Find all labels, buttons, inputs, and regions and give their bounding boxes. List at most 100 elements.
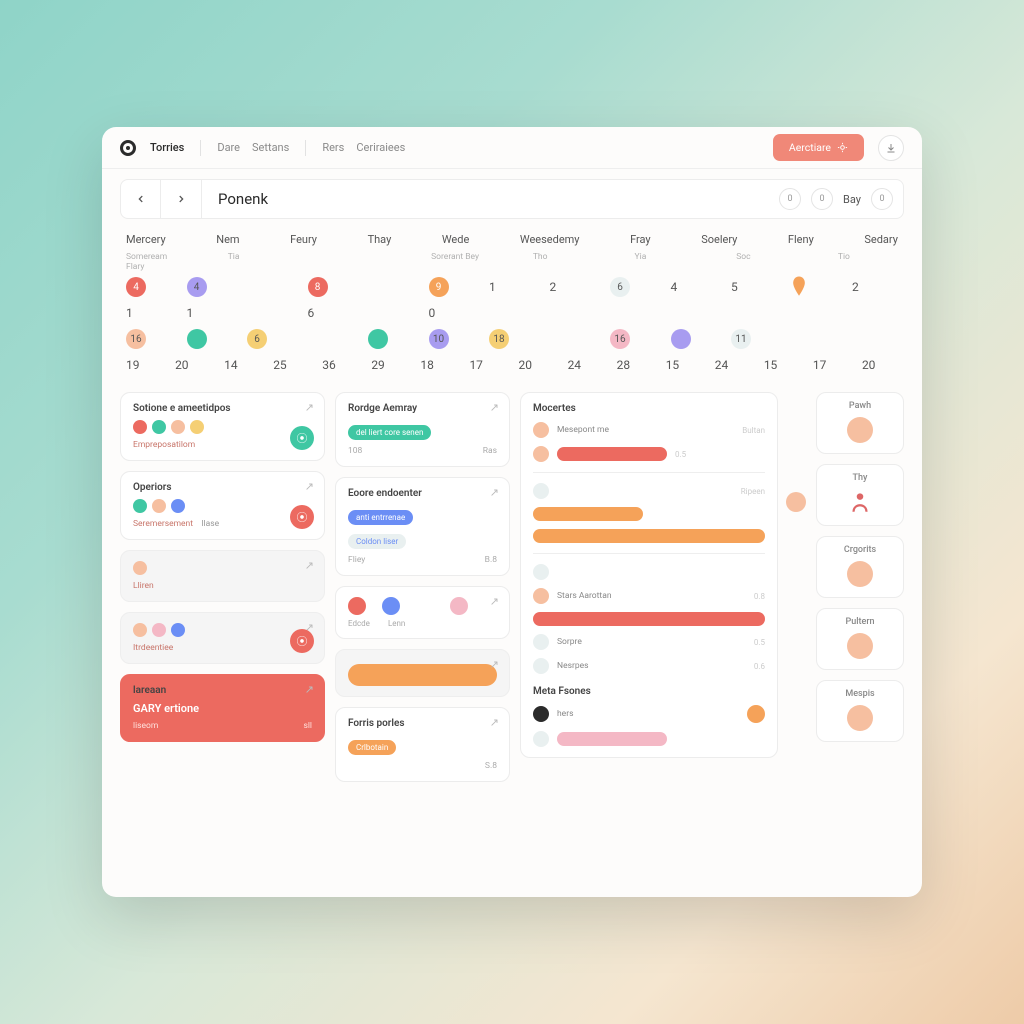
calendar-cell[interactable]: 9: [429, 276, 475, 298]
calendar-cell[interactable]: 10: [429, 328, 475, 350]
people-tile[interactable]: Pawh: [816, 392, 904, 454]
next-button[interactable]: [161, 180, 201, 218]
calendar-dot[interactable]: 4: [126, 277, 146, 297]
calendar-cell[interactable]: 15: [764, 354, 800, 376]
card-link-icon[interactable]: ↗: [490, 716, 499, 729]
download-button[interactable]: [878, 135, 904, 161]
calendar-cell[interactable]: 5: [731, 276, 777, 298]
calendar-dot[interactable]: [187, 329, 207, 349]
primary-action-button[interactable]: Aerctiare: [773, 134, 864, 161]
card-link-icon[interactable]: ↗: [305, 480, 314, 493]
calendar-cell[interactable]: 17: [469, 354, 505, 376]
calendar-cell[interactable]: 15: [666, 354, 702, 376]
calendar-cell[interactable]: 2: [550, 276, 596, 298]
calendar-dot[interactable]: 6: [610, 277, 630, 297]
avatar[interactable]: [786, 492, 806, 512]
card-tag[interactable]: Coldon liser: [348, 534, 406, 549]
calendar-dot[interactable]: 9: [429, 277, 449, 297]
filter-bubble-c[interactable]: 0: [871, 188, 893, 210]
calendar-dot[interactable]: 11: [731, 329, 751, 349]
calendar-cell[interactable]: 6: [610, 276, 656, 298]
calendar-cell[interactable]: [792, 328, 838, 350]
calendar-cell[interactable]: 2: [852, 276, 898, 298]
calendar-cell[interactable]: 14: [224, 354, 260, 376]
calendar-cell[interactable]: [247, 276, 293, 298]
calendar-cell[interactable]: 6: [247, 328, 293, 350]
feed-row[interactable]: Nesrpes0.6: [533, 658, 765, 674]
feed-row[interactable]: [533, 612, 765, 626]
feed-row[interactable]: hers: [533, 705, 765, 723]
tab-torries[interactable]: Torries: [150, 141, 184, 154]
calendar-cell[interactable]: 18: [420, 354, 456, 376]
people-tile[interactable]: Pultern: [816, 608, 904, 670]
card-tag[interactable]: del liert core senen: [348, 425, 431, 440]
calendar-cell[interactable]: [308, 328, 354, 350]
calendar-cell[interactable]: 29: [371, 354, 407, 376]
card-link-icon[interactable]: ↗: [490, 658, 499, 671]
prev-button[interactable]: [121, 180, 161, 218]
feed-row[interactable]: [533, 529, 765, 543]
people-tile[interactable]: Thy: [816, 464, 904, 526]
calendar-cell[interactable]: 4: [187, 276, 233, 298]
calendar-dot[interactable]: 16: [610, 329, 630, 349]
filter-bubble-a[interactable]: 0: [779, 188, 801, 210]
calendar-cell[interactable]: [489, 302, 535, 324]
calendar-cell[interactable]: 18: [489, 328, 535, 350]
calendar-cell[interactable]: 16: [126, 328, 172, 350]
card-link-icon[interactable]: ↗: [305, 401, 314, 414]
tab-settans[interactable]: Settans: [252, 141, 289, 154]
calendar-dot[interactable]: 6: [247, 329, 267, 349]
calendar-cell[interactable]: 17: [813, 354, 849, 376]
calendar-cell[interactable]: 1: [126, 302, 172, 324]
calendar-cell[interactable]: 20: [519, 354, 555, 376]
card-link-icon[interactable]: ↗: [305, 559, 314, 572]
calendar-cell[interactable]: 20: [175, 354, 211, 376]
calendar-cell[interactable]: 1: [187, 302, 233, 324]
tab-rers[interactable]: Rers: [322, 141, 344, 154]
calendar-cell[interactable]: 16: [610, 328, 656, 350]
feed-row[interactable]: Ripeen: [533, 483, 765, 499]
calendar-cell[interactable]: [792, 302, 838, 324]
calendar-cell[interactable]: 24: [568, 354, 604, 376]
event-card[interactable]: ↗Forris porlesCrlbotainS.8: [335, 707, 510, 782]
calendar-cell[interactable]: 4: [671, 276, 717, 298]
calendar-cell[interactable]: 6: [308, 302, 354, 324]
calendar-cell[interactable]: 25: [273, 354, 309, 376]
calendar-cell[interactable]: 36: [322, 354, 358, 376]
calendar-cell[interactable]: [852, 328, 898, 350]
calendar-dot[interactable]: 8: [308, 277, 328, 297]
calendar-cell[interactable]: [247, 302, 293, 324]
card-fab-icon[interactable]: ⦿: [290, 629, 314, 653]
event-card[interactable]: ↗Rordge Aemraydel liert core senen108Ras: [335, 392, 510, 467]
calendar-cell[interactable]: [368, 276, 414, 298]
card-tag[interactable]: Crlbotain: [348, 740, 396, 755]
event-card[interactable]: ↗lareaanGARY ertioneliseomsll: [120, 674, 325, 742]
feed-row[interactable]: Stars Aarottan0.8: [533, 588, 765, 604]
filter-bubble-b[interactable]: 0: [811, 188, 833, 210]
card-link-icon[interactable]: ↗: [490, 486, 499, 499]
event-card[interactable]: ↗: [335, 649, 510, 697]
calendar-cell[interactable]: [671, 328, 717, 350]
calendar-dot[interactable]: [368, 329, 388, 349]
calendar-cell[interactable]: [792, 276, 838, 298]
feed-row[interactable]: [533, 564, 765, 580]
calendar-dot[interactable]: 4: [187, 277, 207, 297]
calendar-cell[interactable]: [368, 328, 414, 350]
calendar-cell[interactable]: 11: [731, 328, 777, 350]
calendar-cell[interactable]: 0: [429, 302, 475, 324]
tab-ceriraiees[interactable]: Ceriraiees: [356, 141, 405, 154]
calendar-cell[interactable]: [671, 302, 717, 324]
view-mode-label[interactable]: Bay: [843, 193, 861, 206]
calendar-cell[interactable]: 8: [308, 276, 354, 298]
event-card[interactable]: ↗EdcdeLenn: [335, 586, 510, 639]
calendar-cell[interactable]: 1: [489, 276, 535, 298]
card-tag[interactable]: anti entrrenae: [348, 510, 413, 525]
card-link-icon[interactable]: ↗: [305, 683, 314, 696]
calendar-dot[interactable]: [671, 329, 691, 349]
people-tile[interactable]: Mespis: [816, 680, 904, 742]
calendar-cell[interactable]: [550, 302, 596, 324]
calendar-cell[interactable]: [610, 302, 656, 324]
calendar-cell[interactable]: [731, 302, 777, 324]
calendar-cell[interactable]: [550, 328, 596, 350]
calendar-dot[interactable]: 18: [489, 329, 509, 349]
